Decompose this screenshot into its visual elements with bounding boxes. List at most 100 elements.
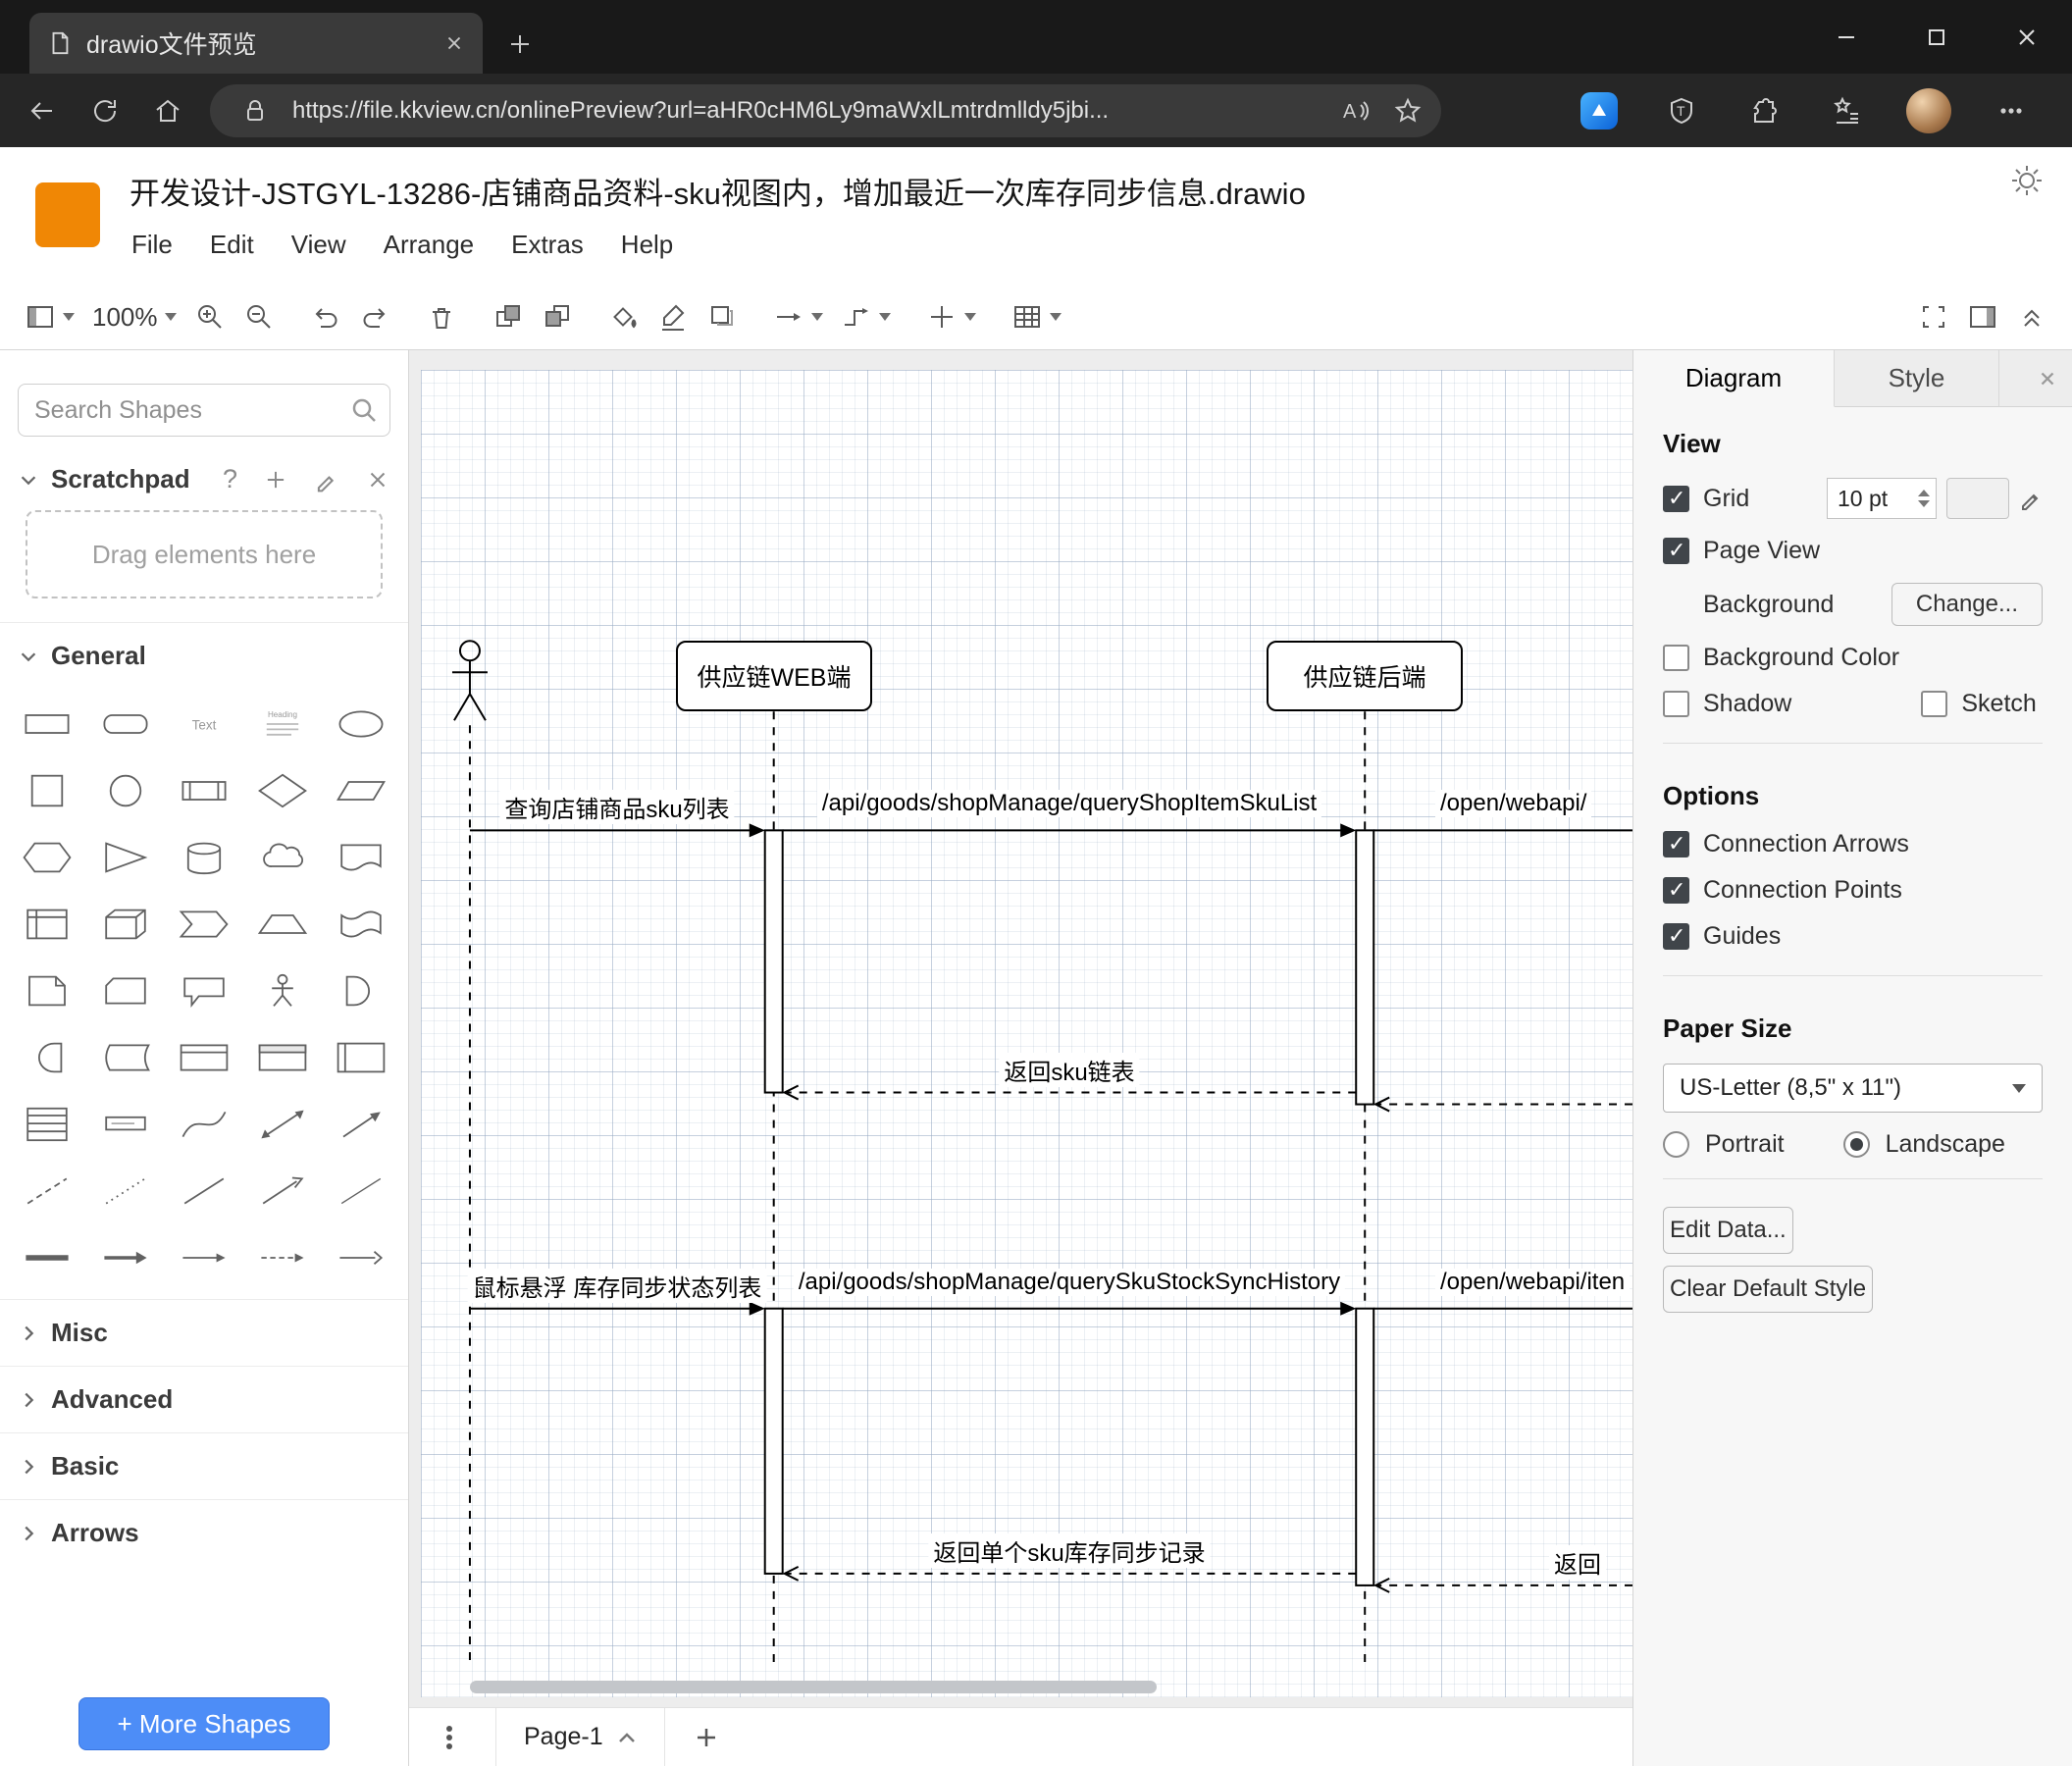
- shape-square[interactable]: [8, 757, 86, 824]
- waypoint-style-button[interactable]: [832, 294, 900, 339]
- grid-color-picker-icon[interactable]: [2019, 487, 2043, 510]
- back-icon[interactable]: [14, 83, 71, 138]
- connection-points-checkbox[interactable]: [1663, 877, 1689, 904]
- zoom-out-button[interactable]: [234, 294, 284, 339]
- shape-diamond[interactable]: [243, 757, 322, 824]
- shape-list[interactable]: [8, 1091, 86, 1158]
- activation-bar-backend-2[interactable]: [1355, 1307, 1375, 1586]
- help-icon[interactable]: ?: [223, 464, 237, 494]
- shape-note[interactable]: [8, 958, 86, 1024]
- shape-actor[interactable]: [243, 958, 322, 1024]
- sidebar-section-basic[interactable]: Basic: [0, 1432, 408, 1499]
- browser-tab[interactable]: drawio文件预览: [29, 13, 483, 74]
- menu-arrange[interactable]: Arrange: [384, 230, 475, 260]
- grid-color-swatch[interactable]: [1946, 478, 2009, 519]
- copilot-icon[interactable]: [1572, 84, 1627, 137]
- message-label[interactable]: 返回单个sku库存同步记录: [928, 1533, 1211, 1568]
- format-panel-button[interactable]: [1958, 294, 2007, 339]
- sidebar-section-arrows[interactable]: Arrows: [0, 1499, 408, 1566]
- shape-tape[interactable]: [322, 891, 400, 958]
- menu-extras[interactable]: Extras: [511, 230, 584, 260]
- sidebar-section-misc[interactable]: Misc: [0, 1299, 408, 1366]
- shape-text[interactable]: Text: [165, 691, 243, 757]
- shadow-checkbox[interactable]: [1663, 691, 1689, 717]
- change-background-button[interactable]: Change...: [1891, 583, 2043, 626]
- activation-bar-web-2[interactable]: [763, 1307, 784, 1575]
- fullscreen-button[interactable]: [1909, 294, 1958, 339]
- shape-arrow[interactable]: [322, 1091, 400, 1158]
- shape-cloud[interactable]: [243, 824, 322, 891]
- shape-data-storage[interactable]: [86, 1024, 165, 1091]
- minimize-button[interactable]: [1801, 0, 1891, 74]
- menu-view[interactable]: View: [291, 230, 346, 260]
- shape-circle[interactable]: [86, 757, 165, 824]
- shape-directional-arrow[interactable]: [243, 1158, 322, 1224]
- sketch-checkbox[interactable]: [1921, 691, 1948, 717]
- tab-style[interactable]: Style: [1835, 350, 1999, 407]
- undo-button[interactable]: [301, 294, 350, 339]
- profile-avatar-icon[interactable]: [1901, 84, 1956, 137]
- message-label[interactable]: 返回sku链表: [999, 1053, 1140, 1087]
- background-color-checkbox[interactable]: [1663, 645, 1689, 671]
- shape-or[interactable]: [322, 958, 400, 1024]
- fill-color-button[interactable]: [599, 294, 648, 339]
- menu-file[interactable]: File: [131, 230, 173, 260]
- shape-ellipse[interactable]: [322, 691, 400, 757]
- add-favorite-icon[interactable]: [1384, 88, 1431, 133]
- message-label[interactable]: /open/webapi/iten: [1435, 1269, 1631, 1296]
- canvas-viewport[interactable]: 供应链WEB端 供应链后端 查询店铺商品sku列表 /api/goods/sho…: [409, 350, 1632, 1707]
- connection-style-button[interactable]: [764, 294, 832, 339]
- tampermonkey-icon[interactable]: T: [1654, 84, 1709, 137]
- actor-figure[interactable]: [451, 640, 488, 721]
- search-icon[interactable]: [349, 395, 379, 425]
- clear-default-style-button[interactable]: Clear Default Style: [1663, 1266, 1874, 1313]
- activation-bar-backend-1[interactable]: [1355, 829, 1375, 1106]
- lifeline-web[interactable]: 供应链WEB端: [676, 641, 872, 711]
- shadow-button[interactable]: [698, 294, 747, 339]
- shape-card[interactable]: [86, 958, 165, 1024]
- shape-document[interactable]: [322, 824, 400, 891]
- shape-arrow-open[interactable]: [322, 1224, 400, 1291]
- message-label[interactable]: 鼠标悬浮 库存同步状态列表: [467, 1269, 767, 1303]
- message-arrow-5[interactable]: [782, 1301, 1357, 1316]
- delete-button[interactable]: [417, 294, 466, 339]
- extensions-icon[interactable]: [1736, 84, 1791, 137]
- shape-cylinder[interactable]: [165, 824, 243, 891]
- message-label[interactable]: 返回: [1549, 1545, 1606, 1580]
- shape-callout[interactable]: [165, 958, 243, 1024]
- close-window-button[interactable]: [1982, 0, 2072, 74]
- message-arrow-4[interactable]: [469, 1301, 765, 1316]
- shape-internal-storage[interactable]: [8, 891, 86, 958]
- refresh-icon[interactable]: [77, 83, 133, 138]
- edit-data-button[interactable]: Edit Data...: [1663, 1207, 1793, 1254]
- landscape-radio[interactable]: [1842, 1131, 1870, 1158]
- shape-container-vertical[interactable]: [322, 1024, 400, 1091]
- to-back-button[interactable]: [533, 294, 582, 339]
- grid-checkbox[interactable]: [1663, 485, 1689, 512]
- grid-size-input[interactable]: 10 pt: [1827, 478, 1937, 519]
- insert-button[interactable]: [917, 294, 985, 339]
- message-arrow-1[interactable]: [469, 823, 765, 838]
- paper-size-select[interactable]: US-Letter (8,5" x 11"): [1663, 1064, 2043, 1113]
- url-text[interactable]: https://file.kkview.cn/onlinePreview?url…: [292, 97, 1318, 125]
- add-page-icon[interactable]: [683, 1714, 730, 1761]
- shape-cube[interactable]: [86, 891, 165, 958]
- theme-toggle-icon[interactable]: [2009, 163, 2045, 198]
- portrait-radio[interactable]: [1663, 1131, 1689, 1158]
- guides-checkbox[interactable]: [1663, 923, 1689, 950]
- shape-link[interactable]: [8, 1224, 86, 1291]
- maximize-button[interactable]: [1891, 0, 1982, 74]
- collapse-toolbar-button[interactable]: [2007, 294, 2056, 339]
- return-arrow-2[interactable]: [782, 1566, 1357, 1582]
- message-arrow-2[interactable]: [782, 823, 1357, 838]
- page-tab[interactable]: Page-1: [495, 1707, 665, 1766]
- shape-arrow-dashed[interactable]: [243, 1224, 322, 1291]
- zoom-in-button[interactable]: [185, 294, 234, 339]
- view-selector-button[interactable]: [16, 294, 83, 339]
- shape-step[interactable]: [165, 891, 243, 958]
- shape-dashed-line[interactable]: [8, 1158, 86, 1224]
- tab-diagram[interactable]: Diagram: [1633, 350, 1835, 407]
- return-arrow-right-2[interactable]: [1373, 1578, 1632, 1593]
- redo-button[interactable]: [350, 294, 399, 339]
- home-icon[interactable]: [139, 83, 196, 138]
